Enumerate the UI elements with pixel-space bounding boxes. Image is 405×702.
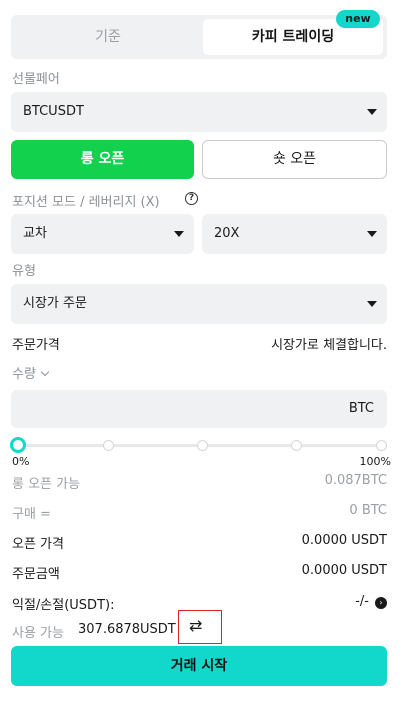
open-price-value: 0.0000 USDT (301, 533, 387, 548)
buy-value: 0 BTC (349, 503, 387, 518)
caret-down-icon (174, 231, 184, 237)
pair-select[interactable]: BTCUSDT (11, 92, 387, 132)
order-type-label: 유형 (12, 264, 36, 279)
order-amount-value: 0.0000 USDT (301, 563, 387, 578)
order-type-select[interactable]: 시장가 주문 (11, 284, 387, 324)
order-price-label: 주문가격 (12, 338, 60, 353)
order-price-value: 시장가로 체결합니다. (271, 338, 387, 353)
available-value: 307.6878USDT (78, 622, 176, 637)
slider-step-75[interactable] (291, 440, 302, 451)
position-mode-label: 포지션 모드 / 레버리지 (X) (12, 195, 160, 210)
open-price-label: 오픈 가격 (12, 537, 64, 552)
new-badge: new (336, 10, 380, 28)
buy-label: 구매 = (12, 507, 51, 522)
chevron-down-icon (40, 367, 50, 377)
quantity-label: 수량 (12, 367, 36, 382)
short-open-button[interactable]: 숏 오픈 (202, 140, 387, 179)
tp-sl-value: -/- (355, 594, 369, 609)
tp-sl-label: 익절/손절(USDT): (12, 598, 115, 613)
arrow-right-circle-icon[interactable]: › (375, 597, 387, 609)
mode-tabs: 기준 카피 트레이딩 (11, 15, 387, 59)
help-icon[interactable]: ? (185, 192, 198, 205)
slider-step-100[interactable] (376, 440, 387, 451)
quantity-input[interactable]: BTC (11, 390, 387, 428)
swap-arrows-icon: ⇄ (189, 616, 203, 635)
slider-step-25[interactable] (103, 440, 114, 451)
order-type-value: 시장가 주문 (23, 296, 87, 311)
transfer-button[interactable]: ⇄ (178, 610, 222, 644)
tab-standard[interactable]: 기준 (15, 19, 201, 55)
start-trading-button[interactable]: 거래 시작 (11, 646, 387, 686)
leverage-select[interactable]: 20X (202, 214, 387, 254)
slider-min-label: 0% (12, 455, 30, 468)
long-open-button[interactable]: 롱 오픈 (11, 140, 194, 179)
long-available-label: 롱 오픈 가능 (12, 477, 81, 492)
caret-down-icon (367, 231, 377, 237)
margin-mode-select[interactable]: 교차 (11, 214, 194, 254)
slider-handle[interactable] (10, 437, 26, 453)
caret-down-icon (367, 109, 377, 115)
pair-label: 선물페어 (12, 72, 60, 87)
slider-max-label: 100% (359, 455, 391, 468)
available-label: 사용 가능 (12, 626, 64, 641)
quantity-unit: BTC (348, 401, 374, 416)
caret-down-icon (367, 301, 377, 307)
pair-value: BTCUSDT (23, 104, 84, 119)
long-available-value: 0.087BTC (324, 473, 387, 488)
margin-mode-value: 교차 (23, 226, 47, 241)
leverage-value: 20X (214, 226, 240, 241)
slider-step-50[interactable] (197, 440, 208, 451)
quantity-label-toggle[interactable]: 수량 (12, 363, 50, 382)
order-amount-label: 주문금액 (12, 567, 60, 582)
